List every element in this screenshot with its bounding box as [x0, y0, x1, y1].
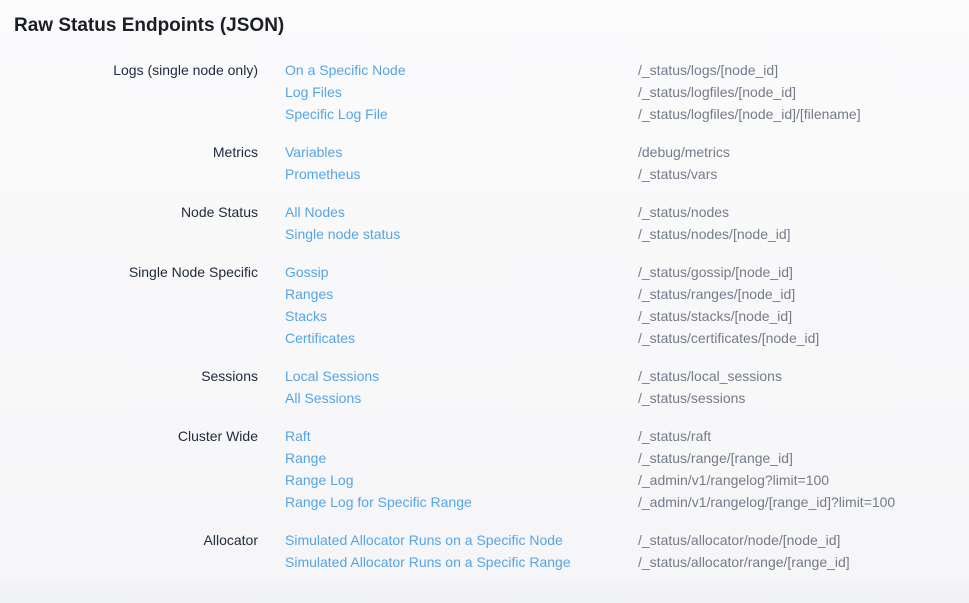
- endpoint-link[interactable]: On a Specific Node: [285, 59, 611, 81]
- endpoint-link[interactable]: Specific Log File: [285, 103, 611, 125]
- endpoint-row: Single node status /_status/nodes/[node_…: [285, 223, 969, 245]
- section-category-label: Sessions: [14, 365, 258, 409]
- endpoint-path: /debug/metrics: [638, 141, 730, 163]
- endpoint-link[interactable]: Log Files: [285, 81, 611, 103]
- endpoint-path: /_status/stacks/[node_id]: [638, 305, 792, 327]
- endpoint-row: Simulated Allocator Runs on a Specific R…: [285, 551, 969, 573]
- endpoint-path: /_status/gossip/[node_id]: [638, 261, 793, 283]
- endpoint-row: Variables /debug/metrics: [285, 141, 969, 163]
- endpoint-row: Specific Log File /_status/logfiles/[nod…: [285, 103, 969, 125]
- endpoint-link[interactable]: Raft: [285, 425, 611, 447]
- section-rows: Gossip /_status/gossip/[node_id] Ranges …: [285, 261, 969, 349]
- section-category-label: Node Status: [14, 201, 258, 245]
- endpoint-section: Sessions Local Sessions /_status/local_s…: [14, 365, 969, 409]
- endpoint-link[interactable]: Local Sessions: [285, 365, 611, 387]
- endpoint-path: /_status/raft: [638, 425, 711, 447]
- page-title: Raw Status Endpoints (JSON): [14, 15, 969, 37]
- endpoint-path: /_status/nodes: [638, 201, 729, 223]
- section-rows: On a Specific Node /_status/logs/[node_i…: [285, 59, 969, 125]
- endpoint-path: /_status/logfiles/[node_id]/[filename]: [638, 103, 861, 125]
- endpoint-path: /_status/allocator/node/[node_id]: [638, 529, 840, 551]
- endpoint-row: On a Specific Node /_status/logs/[node_i…: [285, 59, 969, 81]
- section-category-label: Cluster Wide: [14, 425, 258, 513]
- endpoint-row: Range Log for Specific Range /_admin/v1/…: [285, 491, 969, 513]
- endpoint-link[interactable]: Range Log for Specific Range: [285, 491, 611, 513]
- endpoint-row: Local Sessions /_status/local_sessions: [285, 365, 969, 387]
- endpoint-sections: Logs (single node only) On a Specific No…: [14, 59, 969, 573]
- endpoint-path: /_admin/v1/rangelog/[range_id]?limit=100: [638, 491, 895, 513]
- endpoint-section: Node Status All Nodes /_status/nodes Sin…: [14, 201, 969, 245]
- endpoint-path: /_status/allocator/range/[range_id]: [638, 551, 850, 573]
- endpoint-link[interactable]: Range: [285, 447, 611, 469]
- endpoint-row: Certificates /_status/certificates/[node…: [285, 327, 969, 349]
- endpoint-row: All Sessions /_status/sessions: [285, 387, 969, 409]
- endpoint-row: Ranges /_status/ranges/[node_id]: [285, 283, 969, 305]
- endpoint-link[interactable]: Ranges: [285, 283, 611, 305]
- endpoint-section: Metrics Variables /debug/metrics Prometh…: [14, 141, 969, 185]
- endpoint-link[interactable]: Variables: [285, 141, 611, 163]
- section-category-label: Metrics: [14, 141, 258, 185]
- endpoint-path: /_status/sessions: [638, 387, 745, 409]
- endpoint-link[interactable]: Range Log: [285, 469, 611, 491]
- footer-strip: [0, 578, 969, 603]
- endpoint-row: Simulated Allocator Runs on a Specific N…: [285, 529, 969, 551]
- endpoint-row: Prometheus /_status/vars: [285, 163, 969, 185]
- endpoint-link[interactable]: Prometheus: [285, 163, 611, 185]
- endpoint-path: /_status/logfiles/[node_id]: [638, 81, 796, 103]
- endpoint-section: Logs (single node only) On a Specific No…: [14, 59, 969, 125]
- endpoint-path: /_status/nodes/[node_id]: [638, 223, 791, 245]
- endpoint-row: Range Log /_admin/v1/rangelog?limit=100: [285, 469, 969, 491]
- endpoint-path: /_status/ranges/[node_id]: [638, 283, 795, 305]
- endpoint-path: /_status/vars: [638, 163, 717, 185]
- endpoint-link[interactable]: Simulated Allocator Runs on a Specific R…: [285, 551, 611, 573]
- endpoint-path: /_status/range/[range_id]: [638, 447, 793, 469]
- endpoint-link[interactable]: Certificates: [285, 327, 611, 349]
- section-rows: Variables /debug/metrics Prometheus /_st…: [285, 141, 969, 185]
- endpoint-row: Range /_status/range/[range_id]: [285, 447, 969, 469]
- section-rows: Simulated Allocator Runs on a Specific N…: [285, 529, 969, 573]
- endpoint-path: /_status/logs/[node_id]: [638, 59, 778, 81]
- endpoint-row: Stacks /_status/stacks/[node_id]: [285, 305, 969, 327]
- endpoint-link[interactable]: Gossip: [285, 261, 611, 283]
- endpoint-link[interactable]: Stacks: [285, 305, 611, 327]
- section-category-label: Allocator: [14, 529, 258, 573]
- section-rows: All Nodes /_status/nodes Single node sta…: [285, 201, 969, 245]
- endpoint-section: Single Node Specific Gossip /_status/gos…: [14, 261, 969, 349]
- endpoint-link[interactable]: All Nodes: [285, 201, 611, 223]
- endpoint-link[interactable]: Simulated Allocator Runs on a Specific N…: [285, 529, 611, 551]
- endpoint-row: Raft /_status/raft: [285, 425, 969, 447]
- section-category-label: Logs (single node only): [14, 59, 258, 125]
- section-category-label: Single Node Specific: [14, 261, 258, 349]
- endpoint-section: Cluster Wide Raft /_status/raft Range /_…: [14, 425, 969, 513]
- raw-status-endpoints-panel: Raw Status Endpoints (JSON) Logs (single…: [0, 0, 969, 573]
- endpoint-link[interactable]: Single node status: [285, 223, 611, 245]
- endpoint-row: Gossip /_status/gossip/[node_id]: [285, 261, 969, 283]
- endpoint-path: /_status/certificates/[node_id]: [638, 327, 819, 349]
- endpoint-link[interactable]: All Sessions: [285, 387, 611, 409]
- endpoint-section: Allocator Simulated Allocator Runs on a …: [14, 529, 969, 573]
- endpoint-row: All Nodes /_status/nodes: [285, 201, 969, 223]
- section-rows: Local Sessions /_status/local_sessions A…: [285, 365, 969, 409]
- section-rows: Raft /_status/raft Range /_status/range/…: [285, 425, 969, 513]
- endpoint-row: Log Files /_status/logfiles/[node_id]: [285, 81, 969, 103]
- endpoint-path: /_status/local_sessions: [638, 365, 782, 387]
- endpoint-path: /_admin/v1/rangelog?limit=100: [638, 469, 829, 491]
